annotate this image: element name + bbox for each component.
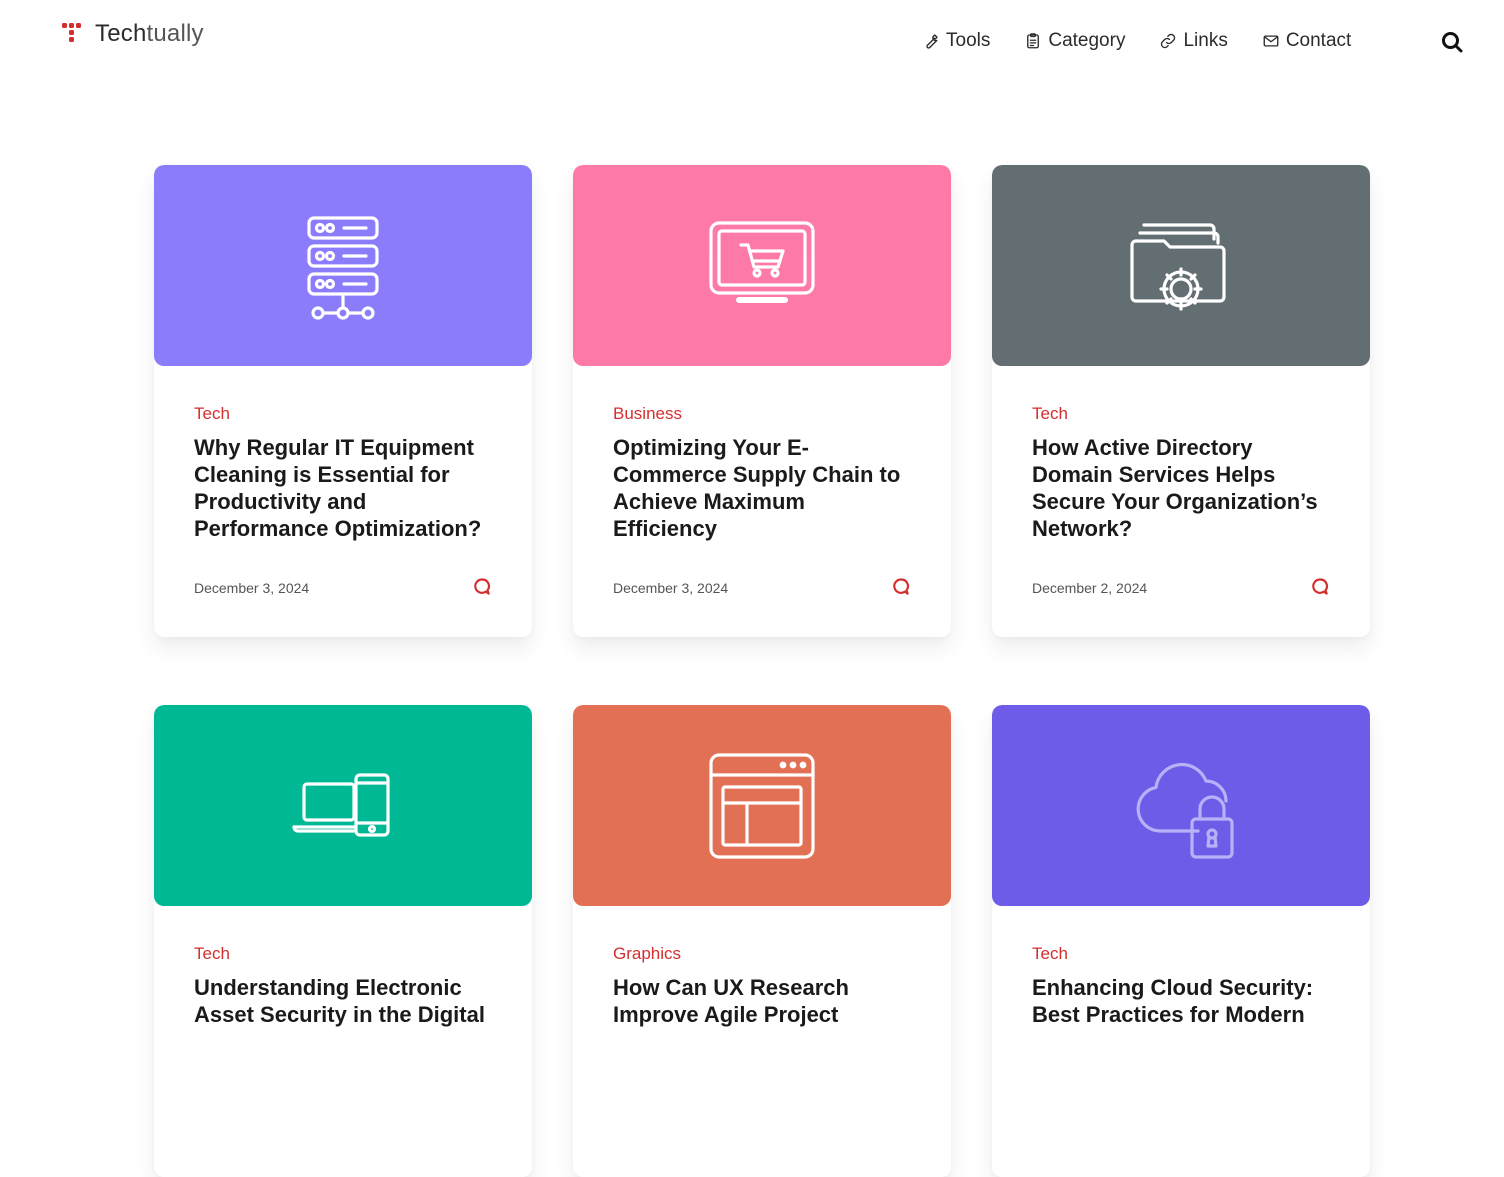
comment-icon[interactable]: [1310, 577, 1332, 599]
post-meta: December 2, 2024: [1032, 577, 1332, 599]
post-title[interactable]: How Can UX Research Improve Agile Projec…: [613, 974, 911, 1086]
nav-item-label: Category: [1048, 30, 1126, 51]
post-meta: December 3, 2024: [613, 577, 913, 599]
post-thumbnail[interactable]: [573, 165, 951, 366]
post-title[interactable]: Understanding Electronic Asset Security …: [194, 974, 492, 1086]
post-date: December 2, 2024: [1032, 580, 1148, 596]
post-meta: December 3, 2024: [194, 577, 494, 599]
search-icon: [1442, 32, 1463, 53]
post-card[interactable]: Tech Why Regular IT Equipment Cleaning i…: [154, 165, 532, 637]
nav-item-category[interactable]: Category: [1024, 30, 1125, 52]
browser-layout-icon: [709, 752, 815, 859]
post-category[interactable]: Tech: [1032, 944, 1068, 964]
post-thumbnail[interactable]: [992, 705, 1370, 906]
post-category[interactable]: Graphics: [613, 944, 681, 964]
post-thumbnail[interactable]: [573, 705, 951, 906]
comment-icon[interactable]: [891, 577, 913, 599]
link-icon: [1161, 33, 1176, 49]
post-category[interactable]: Tech: [1032, 404, 1068, 424]
site-logo[interactable]: Techtually: [62, 20, 204, 48]
post-category[interactable]: Tech: [194, 404, 230, 424]
nav-item-label: Links: [1183, 30, 1228, 51]
server-network-icon: [307, 215, 379, 320]
post-card[interactable]: Graphics How Can UX Research Improve Agi…: [573, 705, 951, 1177]
laptop-phone-icon: [292, 772, 390, 837]
cloud-lock-icon: [1136, 762, 1234, 859]
post-grid: Tech Why Regular IT Equipment Cleaning i…: [154, 165, 1370, 1177]
nav-item-links[interactable]: Links: [1159, 30, 1228, 52]
nav-item-contact[interactable]: Contact: [1262, 30, 1351, 52]
post-title[interactable]: How Active Directory Domain Services Hel…: [1032, 434, 1330, 546]
logo-text: Techtually: [95, 20, 204, 47]
post-date: December 3, 2024: [194, 580, 310, 596]
monitor-cart-icon: [709, 220, 815, 303]
clipboard-icon: [1027, 33, 1040, 49]
nav-item-tools[interactable]: Tools: [922, 30, 990, 52]
post-card[interactable]: Tech Enhancing Cloud Security: Best Prac…: [992, 705, 1370, 1177]
site-header: Techtually Tools Category Links Contact: [0, 0, 1504, 84]
post-card[interactable]: Business Optimizing Your E-Commerce Supp…: [573, 165, 951, 637]
post-card[interactable]: Tech How Active Directory Domain Service…: [992, 165, 1370, 637]
wrench-icon: [926, 34, 938, 49]
mail-icon: [1263, 35, 1279, 47]
post-title[interactable]: Why Regular IT Equipment Cleaning is Ess…: [194, 434, 492, 546]
main-nav: Tools Category Links Contact: [922, 30, 1351, 52]
comment-icon[interactable]: [472, 577, 494, 599]
post-date: December 3, 2024: [613, 580, 729, 596]
post-category[interactable]: Business: [613, 404, 682, 424]
post-thumbnail[interactable]: [154, 165, 532, 366]
logo-icon: [62, 20, 88, 48]
post-thumbnail[interactable]: [992, 165, 1370, 366]
post-thumbnail[interactable]: [154, 705, 532, 906]
folder-gear-icon: [1130, 222, 1226, 311]
post-category[interactable]: Tech: [194, 944, 230, 964]
nav-item-label: Contact: [1285, 30, 1352, 51]
post-card[interactable]: Tech Understanding Electronic Asset Secu…: [154, 705, 532, 1177]
post-title[interactable]: Optimizing Your E-Commerce Supply Chain …: [613, 434, 911, 546]
nav-item-label: Tools: [946, 30, 991, 51]
post-title[interactable]: Enhancing Cloud Security: Best Practices…: [1032, 974, 1330, 1086]
search-button[interactable]: [1440, 30, 1466, 56]
